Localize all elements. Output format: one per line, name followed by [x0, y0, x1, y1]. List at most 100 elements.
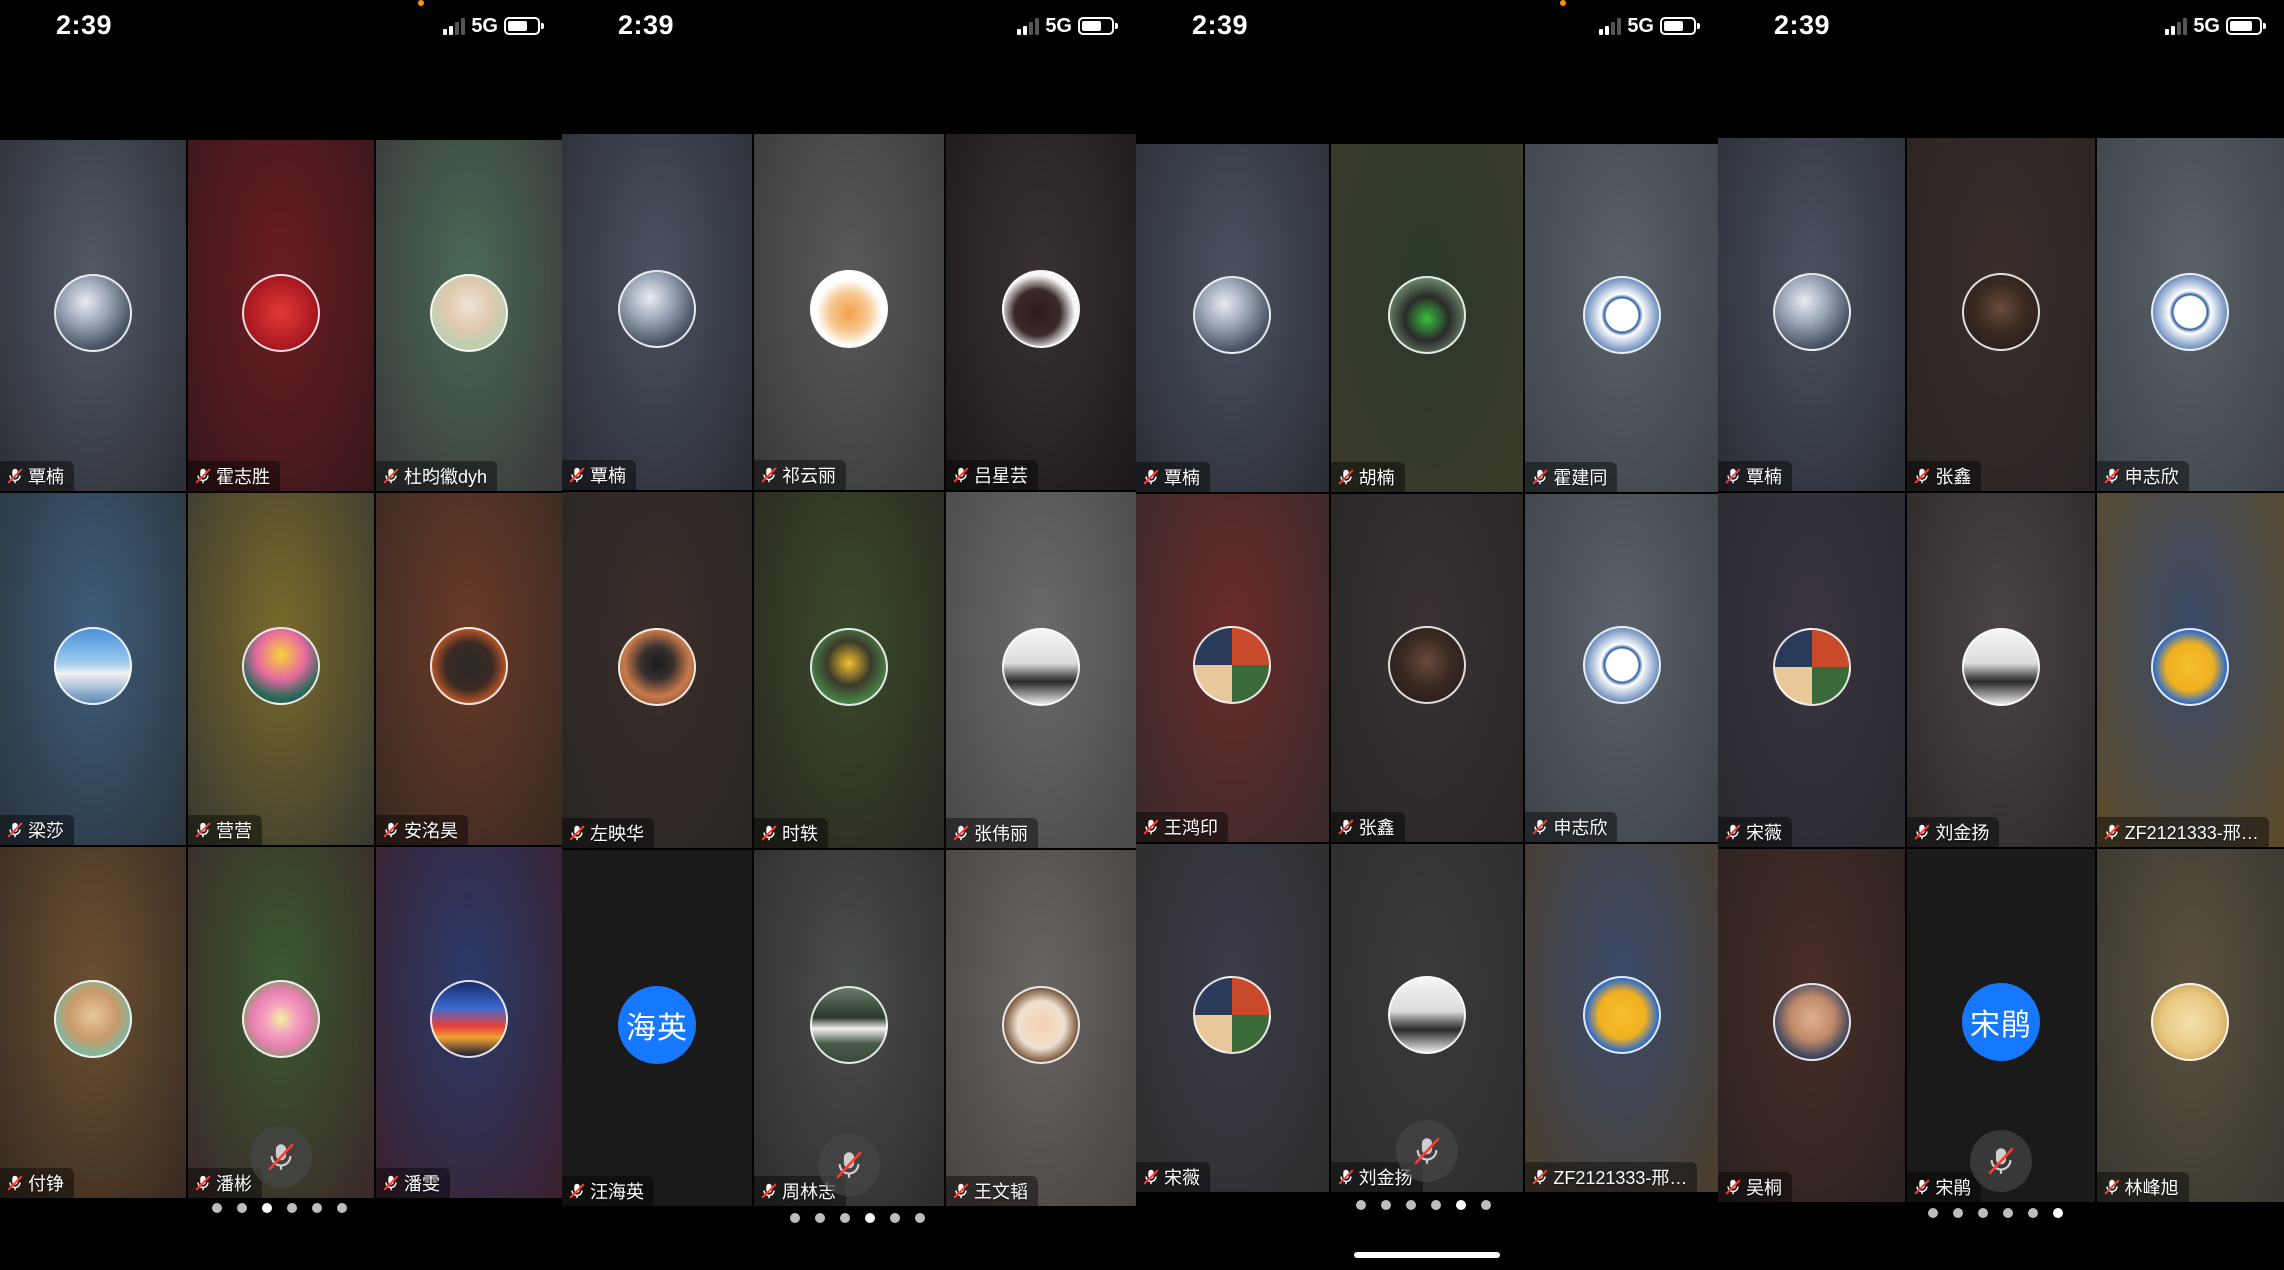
page-indicator[interactable]	[1928, 1208, 2063, 1218]
participant-grid: 覃楠 霍志胜 杜昀徽dyh 梁莎 营营 安洺昊 付铮 潘彬 潘雯	[0, 140, 562, 1198]
page-dot[interactable]	[337, 1203, 347, 1213]
page-dot[interactable]	[790, 1213, 800, 1223]
status-indicators: 5G	[443, 14, 544, 38]
mute-toggle-button[interactable]	[1395, 1120, 1458, 1182]
participant-name: 林峰旭	[2124, 1178, 2179, 1198]
page-dot[interactable]	[212, 1203, 222, 1213]
robot-avatar	[618, 628, 696, 706]
muted-mic-icon	[1915, 469, 1930, 484]
dark-hair-avatar	[1387, 626, 1466, 704]
participant-tile[interactable]: 覃楠	[1718, 138, 1906, 492]
corgi-avatar	[810, 270, 888, 348]
participant-tile[interactable]: 申志欣	[2096, 138, 2284, 492]
snow-mountain-avatar	[1193, 276, 1272, 354]
page-dot[interactable]	[1431, 1200, 1441, 1210]
participant-tile[interactable]: 张鑫	[1907, 138, 2095, 492]
participant-nameplate: 吴桐	[1718, 1172, 1792, 1202]
participant-tile[interactable]: 杜昀徽dyh	[376, 140, 562, 492]
participant-tile[interactable]: 宋薇	[1136, 844, 1329, 1192]
participant-tile[interactable]: 周林志	[754, 850, 944, 1206]
page-dot[interactable]	[237, 1203, 247, 1213]
participant-tile[interactable]: 吴桐	[1718, 848, 1906, 1202]
participant-tile[interactable]: 申志欣	[1525, 494, 1718, 842]
page-dot[interactable]	[1978, 1208, 1988, 1218]
page-dot[interactable]	[2003, 1208, 2013, 1218]
participant-tile[interactable]: 宋鹃 宋鹃	[1907, 848, 2095, 1202]
page-dot[interactable]	[840, 1213, 850, 1223]
mute-toggle-button[interactable]	[1969, 1130, 2032, 1192]
participant-tile[interactable]: ZF2121333-邢…	[1525, 844, 1718, 1192]
muted-mic-icon	[7, 1175, 23, 1191]
participant-nameplate: 宋鹃	[1907, 1172, 1982, 1202]
network-type: 5G	[1045, 14, 1072, 37]
page-dot[interactable]	[2028, 1208, 2038, 1218]
participant-nameplate: 杜昀徽dyh	[376, 461, 498, 492]
muted-mic-icon	[953, 1183, 969, 1199]
muted-mic-icon	[2104, 824, 2119, 839]
collage-avatar	[1193, 626, 1272, 704]
initials-avatar: 海英	[618, 986, 696, 1064]
participant-name: 覃楠	[1746, 467, 1782, 488]
participant-name: 覃楠	[590, 466, 626, 486]
participant-name: 张伟丽	[974, 824, 1028, 844]
page-dot[interactable]	[915, 1213, 925, 1223]
mute-toggle-button[interactable]	[250, 1126, 312, 1188]
page-indicator[interactable]	[790, 1213, 925, 1223]
mute-toggle-button[interactable]	[818, 1134, 880, 1196]
participant-tile[interactable]: 胡楠	[1330, 144, 1524, 492]
participant-name: 宋鹃	[1935, 1178, 1972, 1198]
participant-tile[interactable]: 王鸿印	[1136, 494, 1329, 842]
participant-tile[interactable]: 刘金扬	[1330, 844, 1524, 1192]
status-time: 2:39	[1774, 10, 1831, 40]
participant-tile[interactable]: 霍建同	[1525, 144, 1718, 492]
participant-tile[interactable]: 张伟丽	[946, 492, 1136, 848]
participant-tile[interactable]: 付铮	[0, 846, 186, 1198]
participant-tile[interactable]: 张鑫	[1330, 494, 1524, 842]
participant-tile[interactable]: 刘金扬	[1907, 493, 2095, 847]
page-indicator[interactable]	[212, 1203, 347, 1213]
page-dot[interactable]	[262, 1203, 272, 1213]
home-indicator[interactable]	[1354, 1252, 1500, 1258]
page-dot[interactable]	[890, 1213, 900, 1223]
page-dot[interactable]	[1456, 1200, 1466, 1210]
page-dot[interactable]	[1356, 1200, 1366, 1210]
cellular-signal-icon	[443, 17, 466, 35]
muted-mic-icon	[953, 467, 969, 483]
meeting-screen-2: 2:39 5G 覃楠 祁云丽 吕星芸 左映华 时轶 张伟丽 海英 汪海英 周林志…	[562, 0, 1136, 1270]
participant-tile[interactable]: 宋薇	[1718, 493, 1906, 847]
participant-tile[interactable]: 梁莎	[0, 493, 186, 845]
page-dot[interactable]	[312, 1203, 322, 1213]
participant-tile[interactable]: 王文韬	[946, 850, 1136, 1206]
page-dot[interactable]	[2053, 1208, 2063, 1218]
school-logo-avatar	[1582, 626, 1661, 704]
page-dot[interactable]	[1928, 1208, 1938, 1218]
participant-tile[interactable]: 营营	[188, 493, 374, 845]
page-indicator[interactable]	[1356, 1200, 1491, 1210]
participant-tile[interactable]: ZF2121333-邢…	[2096, 493, 2284, 847]
muted-mic-icon	[1143, 469, 1159, 485]
page-dot[interactable]	[287, 1203, 297, 1213]
participant-tile[interactable]: 覃楠	[0, 140, 186, 492]
participant-tile[interactable]: 潘彬	[188, 846, 374, 1198]
participant-tile[interactable]: 时轶	[754, 492, 944, 848]
page-dot[interactable]	[1953, 1208, 1963, 1218]
page-dot[interactable]	[1481, 1200, 1491, 1210]
participant-tile[interactable]: 覃楠	[1136, 144, 1329, 492]
participant-tile[interactable]: 海英 汪海英	[562, 850, 752, 1206]
participant-tile[interactable]: 霍志胜	[188, 140, 374, 492]
page-dot[interactable]	[815, 1213, 825, 1223]
page-dot[interactable]	[865, 1213, 875, 1223]
page-dot[interactable]	[1381, 1200, 1391, 1210]
participant-tile[interactable]: 祁云丽	[754, 134, 944, 490]
participant-tile[interactable]: 林峰旭	[2096, 848, 2284, 1202]
muted-mic-icon	[1915, 824, 1930, 839]
status-indicators: 5G	[1017, 14, 1118, 38]
participant-tile[interactable]: 潘雯	[376, 846, 562, 1198]
participant-tile[interactable]: 安洺昊	[376, 493, 562, 845]
participant-tile[interactable]: 吕星芸	[946, 134, 1136, 490]
participant-tile[interactable]: 覃楠	[562, 134, 752, 490]
participant-tile[interactable]: 左映华	[562, 492, 752, 848]
page-dot[interactable]	[1406, 1200, 1416, 1210]
participant-nameplate: 覃楠	[562, 460, 636, 490]
participant-nameplate: 霍志胜	[188, 461, 280, 492]
